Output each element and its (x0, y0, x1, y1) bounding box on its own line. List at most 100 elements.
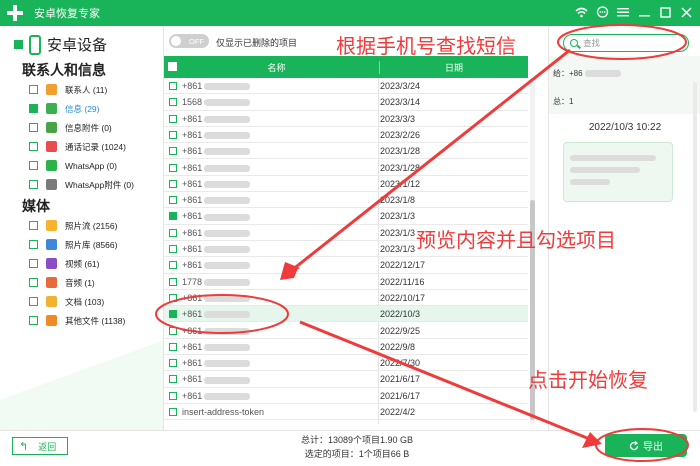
media-item[interactable]: 照片流 (2156) (29, 218, 117, 233)
table-row[interactable]: +861 2023/3/24 (164, 78, 528, 95)
media-item-label: 照片流 (2156) (65, 220, 118, 231)
row-checkbox[interactable] (169, 130, 177, 139)
table-row[interactable]: +861 2023/1/12 (164, 176, 528, 193)
row-date: 2022/11/16 (380, 276, 425, 287)
table-row[interactable]: +861 2023/2/26 (164, 127, 528, 144)
row-checkbox[interactable] (169, 98, 177, 107)
contacts-category-icon (46, 122, 57, 133)
chat-icon[interactable] (594, 4, 610, 20)
row-name: +861 (182, 130, 251, 140)
table-row[interactable]: +861 2023/1/28 (164, 143, 528, 160)
contacts-item-checkbox[interactable] (29, 161, 38, 170)
row-checkbox[interactable] (169, 391, 177, 400)
row-checkbox[interactable] (169, 293, 177, 302)
media-item-checkbox[interactable] (29, 221, 38, 230)
row-checkbox[interactable] (169, 326, 177, 335)
row-checkbox[interactable] (169, 114, 177, 123)
row-checkbox[interactable] (169, 342, 177, 351)
table-row[interactable]: +861 2022/10/3 (164, 306, 528, 323)
table-row[interactable]: 1778 2022/11/16 (164, 274, 528, 290)
row-checkbox[interactable] (169, 147, 177, 156)
row-checkbox[interactable] (169, 196, 177, 205)
contacts-item-checkbox[interactable] (29, 104, 38, 113)
media-item[interactable]: 其他文件 (1138) (29, 313, 125, 328)
row-checkbox[interactable] (169, 277, 177, 286)
table-row[interactable]: +861 2022/9/8 (164, 339, 528, 356)
table-row[interactable]: +861 2022/7/30 (164, 355, 528, 372)
contacts-item-label: 通话记录 (1024) (65, 141, 126, 152)
search-box[interactable]: 查找 (563, 34, 689, 52)
row-checkbox[interactable] (169, 359, 177, 368)
row-checkbox[interactable] (169, 228, 177, 237)
media-category-icon (46, 296, 57, 307)
contacts-item[interactable]: 联系人 (11) (29, 82, 107, 97)
table-row[interactable]: +861 2023/3/3 (164, 111, 528, 127)
table-row[interactable]: +861 2023/1/8 (164, 192, 528, 209)
wifi-icon[interactable] (573, 4, 589, 20)
contacts-item[interactable]: WhatsApp附件 (0) (29, 177, 134, 192)
row-name: +861 (182, 146, 251, 156)
close-icon[interactable] (678, 4, 694, 20)
device-checkbox[interactable] (14, 40, 23, 49)
row-checkbox[interactable] (169, 261, 177, 270)
row-date: 2023/1/8 (380, 195, 416, 206)
contacts-category-icon (46, 160, 57, 171)
media-item-checkbox[interactable] (29, 278, 38, 287)
row-checkbox[interactable] (169, 310, 177, 319)
contacts-item[interactable]: WhatsApp (0) (29, 158, 117, 173)
contacts-item-checkbox[interactable] (29, 142, 38, 151)
row-checkbox[interactable] (169, 82, 177, 90)
table-row[interactable]: +861 2022/9/25 (164, 323, 528, 339)
table-row[interactable]: 1568 2023/3/14 (164, 94, 528, 111)
media-item-checkbox[interactable] (29, 240, 38, 249)
media-item[interactable]: 照片库 (8566) (29, 237, 117, 252)
row-date: 2023/3/3 (380, 113, 416, 124)
preview-scrollbar[interactable] (693, 82, 697, 412)
table-row[interactable]: insert-address-token 2022/4/2 (164, 404, 528, 421)
row-checkbox[interactable] (169, 179, 177, 188)
deleted-only-toggle[interactable]: OFF (169, 34, 209, 48)
contacts-item[interactable]: 通话记录 (1024) (29, 139, 126, 154)
row-checkbox[interactable] (169, 408, 177, 416)
contacts-item[interactable]: 信息附件 (0) (29, 120, 112, 135)
table-row[interactable]: +861 2023/1/3 (164, 208, 528, 225)
title-bar: 安卓恢复专家 (0, 0, 700, 26)
column-date-header[interactable]: 日期 (379, 61, 528, 74)
contacts-item-checkbox[interactable] (29, 123, 38, 132)
row-checkbox[interactable] (169, 245, 177, 253)
media-item-checkbox[interactable] (29, 316, 38, 325)
contacts-item-checkbox[interactable] (29, 85, 38, 94)
category-contacts-messages: 联系人和信息 (22, 62, 106, 78)
table-row[interactable]: +861 2021/6/17 (164, 388, 528, 404)
column-name-header[interactable]: 名称 (174, 61, 379, 74)
back-button[interactable]: ↰ 返回 (12, 437, 68, 455)
contacts-item[interactable]: 信息 (29) (29, 101, 99, 116)
search-input[interactable]: 查找 (583, 37, 600, 49)
maximize-icon[interactable] (657, 4, 673, 20)
selected-items-text: 选定的项目：1个项目66 B (304, 449, 410, 459)
media-item[interactable]: 音频 (1) (29, 275, 95, 290)
table-row[interactable]: +861 2022/10/17 (164, 290, 528, 307)
annotation-select-hint: 预览内容并且勾选项目 (416, 230, 616, 252)
row-checkbox[interactable] (169, 163, 177, 172)
export-button[interactable]: 导出 (605, 434, 687, 457)
menu-icon[interactable] (615, 4, 631, 20)
media-item[interactable]: 文档 (103) (29, 294, 104, 309)
row-checkbox[interactable] (169, 212, 177, 221)
row-checkbox[interactable] (169, 375, 177, 384)
table-row[interactable]: +861 2023/1/28 (164, 160, 528, 176)
row-name: 1778 (182, 277, 251, 287)
total-items-text: 总计：13089个项目1.90 GB (300, 435, 414, 445)
table-row[interactable]: +861 2022/12/17 (164, 257, 528, 274)
device-row[interactable]: 安卓设备 (14, 34, 107, 55)
table-row[interactable]: +861 2021/6/17 (164, 371, 528, 388)
back-label: 返回 (38, 441, 57, 452)
contacts-item-checkbox[interactable] (29, 180, 38, 189)
minimize-icon[interactable] (636, 4, 652, 20)
media-item[interactable]: 视频 (61) (29, 256, 99, 271)
media-item-checkbox[interactable] (29, 259, 38, 268)
row-name: +861 (182, 195, 251, 205)
phone-icon (29, 34, 41, 55)
media-item-checkbox[interactable] (29, 297, 38, 306)
row-name: 1568 (182, 97, 251, 107)
